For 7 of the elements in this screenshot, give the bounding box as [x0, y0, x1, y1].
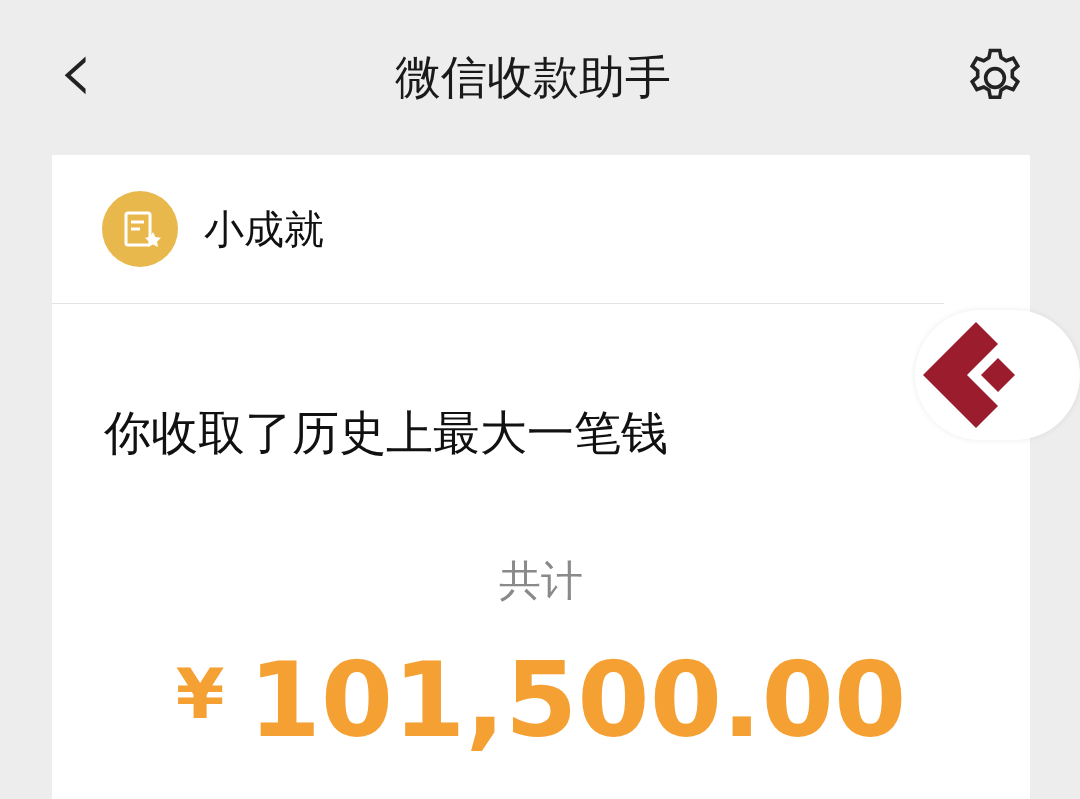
card-header: 小成就	[204, 204, 324, 254]
currency-symbol: ¥	[175, 653, 225, 735]
page-title: 微信收款助手	[395, 48, 671, 106]
total-label: 共计	[498, 555, 584, 607]
amount-value: 101,500.00	[248, 639, 907, 761]
achievement-message: 你收取了历史上最大一笔钱	[104, 404, 669, 462]
back-button[interactable]: ‹	[48, 25, 104, 116]
